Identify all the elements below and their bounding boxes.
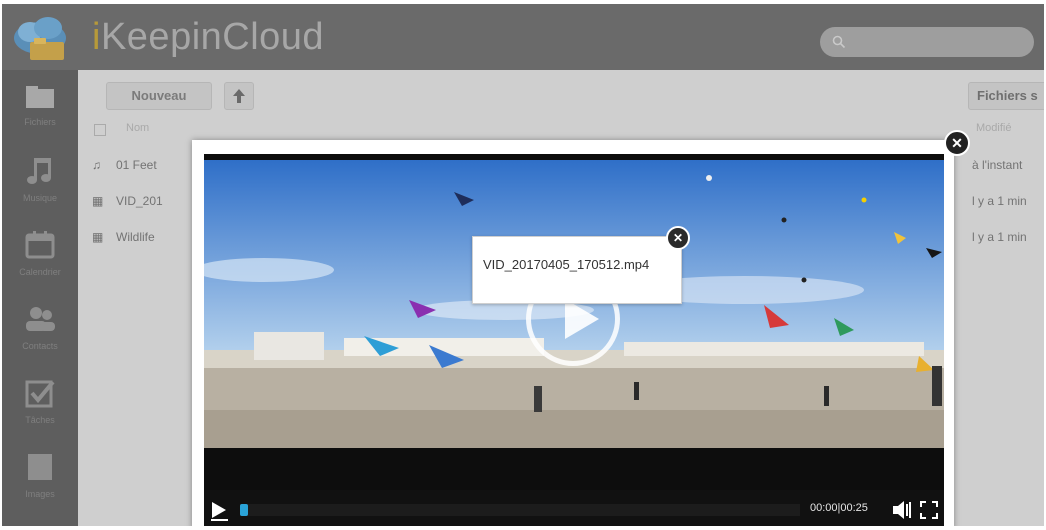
time-display: 00:00|00:25 bbox=[810, 502, 868, 514]
shared-files-button[interactable]: Fichiers s bbox=[968, 82, 1044, 110]
file-modified: l y a 1 min bbox=[972, 230, 1027, 244]
sidebar-label: Contacts bbox=[22, 341, 58, 351]
app-title-i: i bbox=[92, 16, 101, 58]
music-file-icon: ♫ bbox=[92, 158, 101, 172]
sidebar-item-images[interactable]: Images bbox=[2, 440, 78, 514]
new-button[interactable]: Nouveau bbox=[106, 82, 212, 110]
play-icon bbox=[212, 502, 226, 518]
calendar-icon bbox=[25, 231, 55, 259]
sidebar-label: Images bbox=[25, 489, 55, 499]
video-filename: VID_20170405_170512.mp4 bbox=[483, 257, 650, 272]
sidebar-label: Tâches bbox=[25, 415, 55, 425]
folder-icon bbox=[26, 86, 54, 108]
app-title: iKeepinCloud bbox=[92, 16, 324, 59]
upload-button[interactable] bbox=[224, 82, 254, 110]
image-icon bbox=[28, 454, 52, 480]
sidebar: Fichiers Musique Calendrier Contacts Tâc… bbox=[2, 70, 78, 526]
player-controls: 00:00|00:25 bbox=[204, 490, 944, 526]
sidebar-item-taches[interactable]: Tâches bbox=[2, 366, 78, 440]
seek-handle[interactable] bbox=[240, 504, 248, 516]
column-header-modified[interactable]: Modifié bbox=[976, 122, 1011, 134]
filename-popup: VID_20170405_170512.mp4 bbox=[472, 236, 682, 304]
search-icon bbox=[832, 35, 846, 49]
sidebar-item-contacts[interactable]: Contacts bbox=[2, 292, 78, 366]
file-modified: à l'instant bbox=[972, 158, 1023, 172]
file-modified: l y a 1 min bbox=[972, 194, 1027, 208]
app-title-rest: KeepinCloud bbox=[100, 16, 325, 58]
file-row[interactable]: ▦ VID_201 bbox=[92, 194, 163, 218]
select-all-checkbox[interactable] bbox=[94, 124, 106, 136]
column-header-name[interactable]: Nom bbox=[126, 122, 149, 134]
contacts-icon bbox=[26, 307, 55, 331]
sidebar-item-fichiers[interactable]: Fichiers bbox=[2, 70, 78, 144]
seek-bar[interactable] bbox=[240, 504, 800, 516]
file-name: Wildlife bbox=[116, 230, 155, 244]
play-icon-base bbox=[211, 519, 228, 521]
sidebar-label: Musique bbox=[22, 193, 58, 203]
app-window: iKeepinCloud Fichiers Musique Calendrier… bbox=[2, 4, 1044, 526]
fullscreen-icon[interactable] bbox=[920, 501, 938, 519]
volume-icon[interactable] bbox=[892, 501, 912, 519]
arrow-up-icon bbox=[233, 89, 245, 103]
video-player[interactable]: 00:00|00:25 bbox=[204, 154, 944, 526]
play-icon bbox=[565, 299, 599, 339]
file-name: VID_201 bbox=[116, 194, 163, 208]
music-icon bbox=[27, 158, 51, 184]
close-icon[interactable]: ✕ bbox=[944, 130, 970, 156]
file-row[interactable]: ▦ Wildlife bbox=[92, 230, 155, 254]
search-input[interactable] bbox=[820, 27, 1034, 57]
cloud-logo-icon bbox=[14, 17, 66, 60]
video-file-icon: ▦ bbox=[92, 230, 104, 244]
sidebar-label: Fichiers bbox=[24, 117, 56, 127]
sidebar-item-musique[interactable]: Musique bbox=[2, 144, 78, 218]
sidebar-item-calendrier[interactable]: Calendrier bbox=[2, 218, 78, 292]
file-name: 01 Feet bbox=[116, 158, 157, 172]
video-player-modal: 00:00|00:25 bbox=[192, 140, 954, 526]
video-file-icon: ▦ bbox=[92, 194, 104, 208]
app-header: iKeepinCloud bbox=[2, 4, 1044, 70]
close-icon[interactable]: ✕ bbox=[666, 226, 690, 250]
checkbox-icon bbox=[25, 380, 55, 408]
file-row[interactable]: ♫ 01 Feet bbox=[92, 158, 157, 182]
sidebar-label: Calendrier bbox=[19, 267, 61, 277]
